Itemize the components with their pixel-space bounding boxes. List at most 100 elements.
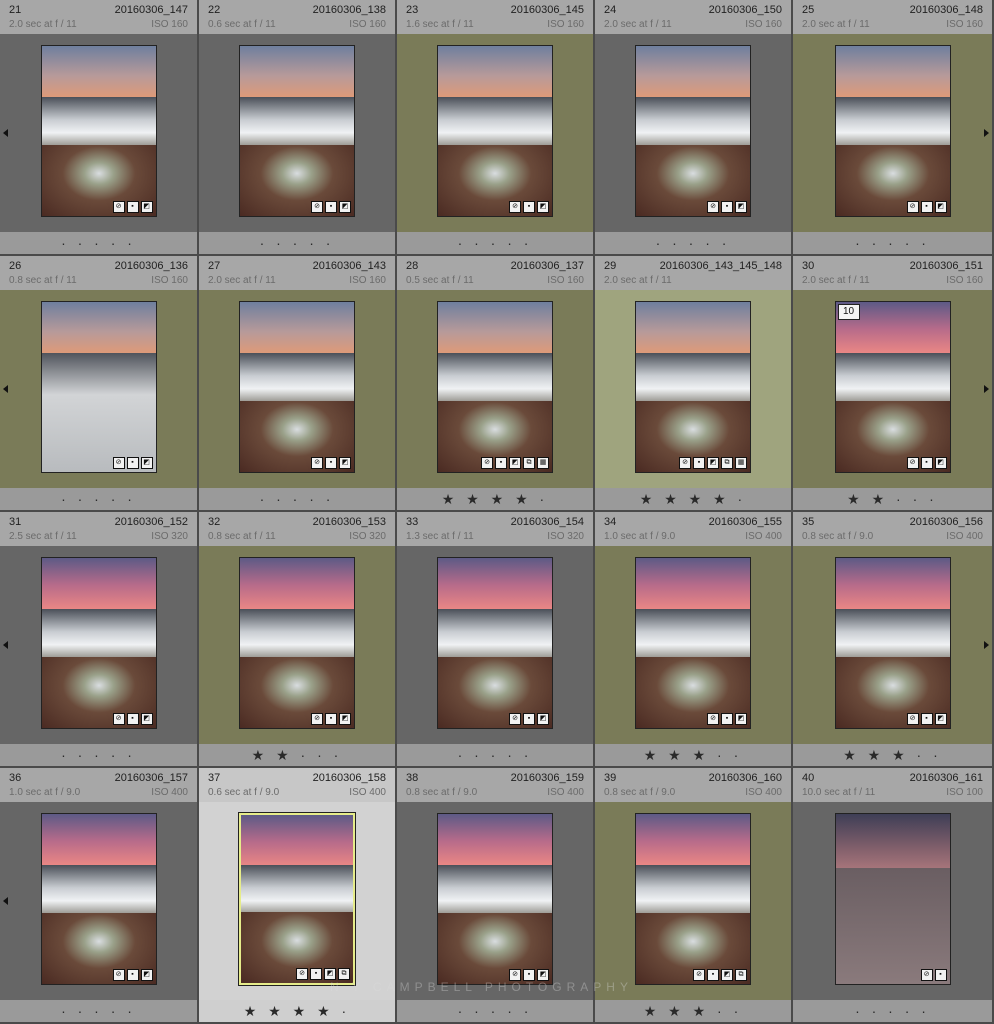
thumbnail-area[interactable]: ⊘ ▪ ◩ ⧉	[199, 802, 395, 1000]
photo-thumbnail[interactable]: ⊘ ▪ ◩	[239, 557, 355, 729]
photo-thumbnail[interactable]: ⊘ ▪ ◩	[437, 45, 553, 217]
star-rating[interactable]: ★ ★ ★ · ·	[595, 744, 791, 766]
keyword-tag-icon[interactable]: ⊘	[906, 713, 919, 725]
thumbnail-area[interactable]: ⊘ ▪ ◩ ⧉ ▦	[397, 290, 593, 488]
keyword-tag-icon[interactable]: ⊘	[920, 969, 933, 981]
star-rating[interactable]: ★ ★ · · ·	[199, 744, 395, 766]
keyword-tag-icon[interactable]: ⊘	[311, 201, 323, 213]
keyword-tag-icon[interactable]: ⊘	[906, 201, 919, 213]
star-rating[interactable]: · · · · ·	[397, 1000, 593, 1022]
metadata-icon[interactable]: ▪	[310, 968, 322, 980]
crop-icon[interactable]: ◩	[934, 457, 947, 469]
keyword-tag-icon[interactable]: ⊘	[112, 713, 125, 725]
thumbnail-area[interactable]: ⊘ ▪ ◩	[397, 546, 593, 744]
grid-cell[interactable]: 21 20160306_147 2.0 sec at f / 11 ISO 160 ⊘ ▪…	[0, 0, 199, 256]
grid-cell[interactable]: 40 20160306_161 10.0 sec at f / 11 ISO 100 ⊘…	[793, 768, 994, 1024]
grid-cell[interactable]: 30 20160306_151 2.0 sec at f / 11 ISO 160 10…	[793, 256, 994, 512]
grid-cell[interactable]: 26 20160306_136 0.8 sec at f / 11 ISO 160 ⊘ ▪…	[0, 256, 199, 512]
photo-thumbnail[interactable]: ⊘ ▪ ◩	[437, 813, 553, 985]
crop-icon[interactable]: ◩	[339, 457, 351, 469]
thumbnail-area[interactable]: ⊘ ▪	[793, 802, 992, 1000]
metadata-icon[interactable]: ▪	[126, 969, 139, 981]
grid-cell[interactable]: 24 20160306_150 2.0 sec at f / 11 ISO 160 ⊘ ▪…	[595, 0, 793, 256]
photo-thumbnail[interactable]: ⊘ ▪ ◩	[635, 557, 751, 729]
keyword-tag-icon[interactable]: ⊘	[112, 969, 125, 981]
star-rating[interactable]: ★ ★ ★ ★ ·	[595, 488, 791, 510]
grid-cell[interactable]: 32 20160306_153 0.8 sec at f / 11 ISO 320 ⊘ ▪…	[199, 512, 397, 768]
star-rating[interactable]: · · · · ·	[397, 744, 593, 766]
crop-icon[interactable]: ◩	[721, 969, 733, 981]
star-rating[interactable]: · · · · ·	[0, 1000, 197, 1022]
metadata-icon[interactable]: ▪	[721, 201, 733, 213]
metadata-icon[interactable]: ▪	[126, 457, 139, 469]
nav-arrow-left-icon[interactable]	[3, 641, 8, 649]
photo-thumbnail[interactable]: ⊘ ▪ ◩	[834, 557, 951, 729]
grid-icon[interactable]: ▦	[537, 457, 549, 469]
photo-thumbnail[interactable]: ⊘ ▪ ◩	[40, 557, 157, 729]
thumbnail-area[interactable]: ⊘ ▪ ◩	[397, 802, 593, 1000]
crop-icon[interactable]: ◩	[339, 201, 351, 213]
photo-thumbnail[interactable]: ⊘ ▪ ◩	[834, 45, 951, 217]
keyword-tag-icon[interactable]: ⊘	[509, 201, 521, 213]
metadata-icon[interactable]: ▪	[934, 969, 947, 981]
star-rating[interactable]: ★ ★ ★ · ·	[793, 744, 992, 766]
thumbnail-area[interactable]: ⊘ ▪ ◩	[595, 546, 791, 744]
grid-cell[interactable]: 23 20160306_145 1.6 sec at f / 11 ISO 160 ⊘ ▪…	[397, 0, 595, 256]
grid-cell[interactable]: 36 20160306_157 1.0 sec at f / 9.0 ISO 400 ⊘…	[0, 768, 199, 1024]
star-rating[interactable]: · · · · ·	[199, 488, 395, 510]
photo-thumbnail[interactable]: ⊘ ▪ ◩	[239, 45, 355, 217]
keyword-tag-icon[interactable]: ⊘	[707, 201, 719, 213]
thumbnail-area[interactable]: ⊘ ▪ ◩	[0, 290, 197, 488]
nav-arrow-right-icon[interactable]	[984, 641, 989, 649]
crop-icon[interactable]: ◩	[140, 457, 153, 469]
keyword-tag-icon[interactable]: ⊘	[679, 457, 691, 469]
photo-thumbnail[interactable]: ⊘ ▪ ◩ ⧉	[238, 812, 356, 986]
thumbnail-area[interactable]: 10 ⊘ ▪ ◩	[793, 290, 992, 488]
grid-cell[interactable]: 29 20160306_143_145_148 2.0 sec at f / 11 ⊘…	[595, 256, 793, 512]
crop-icon[interactable]: ◩	[735, 713, 747, 725]
crop-icon[interactable]: ◩	[509, 457, 521, 469]
grid-cell[interactable]: 34 20160306_155 1.0 sec at f / 9.0 ISO 400 ⊘…	[595, 512, 793, 768]
photo-thumbnail[interactable]: ⊘ ▪ ◩ ⧉	[635, 813, 751, 985]
metadata-icon[interactable]: ▪	[707, 969, 719, 981]
thumbnail-area[interactable]: ⊘ ▪ ◩	[397, 34, 593, 232]
thumbnail-area[interactable]: ⊘ ▪ ◩	[0, 34, 197, 232]
grid-cell[interactable]: 22 20160306_138 0.6 sec at f / 11 ISO 160 ⊘ ▪…	[199, 0, 397, 256]
nav-arrow-right-icon[interactable]	[984, 385, 989, 393]
metadata-icon[interactable]: ▪	[325, 713, 337, 725]
grid-cell[interactable]: 35 20160306_156 0.8 sec at f / 9.0 ISO 400 ⊘…	[793, 512, 994, 768]
photo-thumbnail[interactable]: ⊘ ▪ ◩	[40, 45, 157, 217]
nav-arrow-left-icon[interactable]	[3, 129, 8, 137]
metadata-icon[interactable]: ▪	[126, 713, 139, 725]
metadata-icon[interactable]: ▪	[920, 457, 933, 469]
keyword-tag-icon[interactable]: ⊘	[112, 201, 125, 213]
photo-thumbnail[interactable]: ⊘ ▪ ◩	[40, 301, 157, 473]
keyword-tag-icon[interactable]: ⊘	[481, 457, 493, 469]
keyword-tag-icon[interactable]: ⊘	[906, 457, 919, 469]
thumbnail-area[interactable]: ⊘ ▪ ◩ ⧉ ▦	[595, 290, 791, 488]
crop-icon[interactable]: ◩	[140, 201, 153, 213]
crop-icon[interactable]: ◩	[537, 713, 549, 725]
star-rating[interactable]: · · · · ·	[199, 232, 395, 254]
thumbnail-area[interactable]: ⊘ ▪ ◩ ⧉	[595, 802, 791, 1000]
star-rating[interactable]: · · · · ·	[0, 744, 197, 766]
metadata-icon[interactable]: ▪	[693, 457, 705, 469]
crop-icon[interactable]: ◩	[707, 457, 719, 469]
photo-thumbnail[interactable]: ⊘ ▪ ◩ ⧉ ▦	[437, 301, 553, 473]
metadata-icon[interactable]: ▪	[126, 201, 139, 213]
photo-thumbnail[interactable]: ⊘ ▪ ◩	[635, 45, 751, 217]
star-rating[interactable]: ★ ★ · · ·	[793, 488, 992, 510]
star-rating[interactable]: · · · · ·	[595, 232, 791, 254]
crop-icon[interactable]: ◩	[140, 969, 153, 981]
copy-settings-icon[interactable]: ⧉	[735, 969, 747, 981]
metadata-icon[interactable]: ▪	[325, 457, 337, 469]
star-rating[interactable]: · · · · ·	[0, 488, 197, 510]
thumbnail-area[interactable]: ⊘ ▪ ◩	[793, 546, 992, 744]
copy-settings-icon[interactable]: ⧉	[338, 968, 350, 980]
metadata-icon[interactable]: ▪	[495, 457, 507, 469]
photo-thumbnail[interactable]: ⊘ ▪ ◩	[437, 557, 553, 729]
star-rating[interactable]: · · · · ·	[0, 232, 197, 254]
keyword-tag-icon[interactable]: ⊘	[509, 713, 521, 725]
thumbnail-area[interactable]: ⊘ ▪ ◩	[199, 34, 395, 232]
crop-icon[interactable]: ◩	[537, 201, 549, 213]
